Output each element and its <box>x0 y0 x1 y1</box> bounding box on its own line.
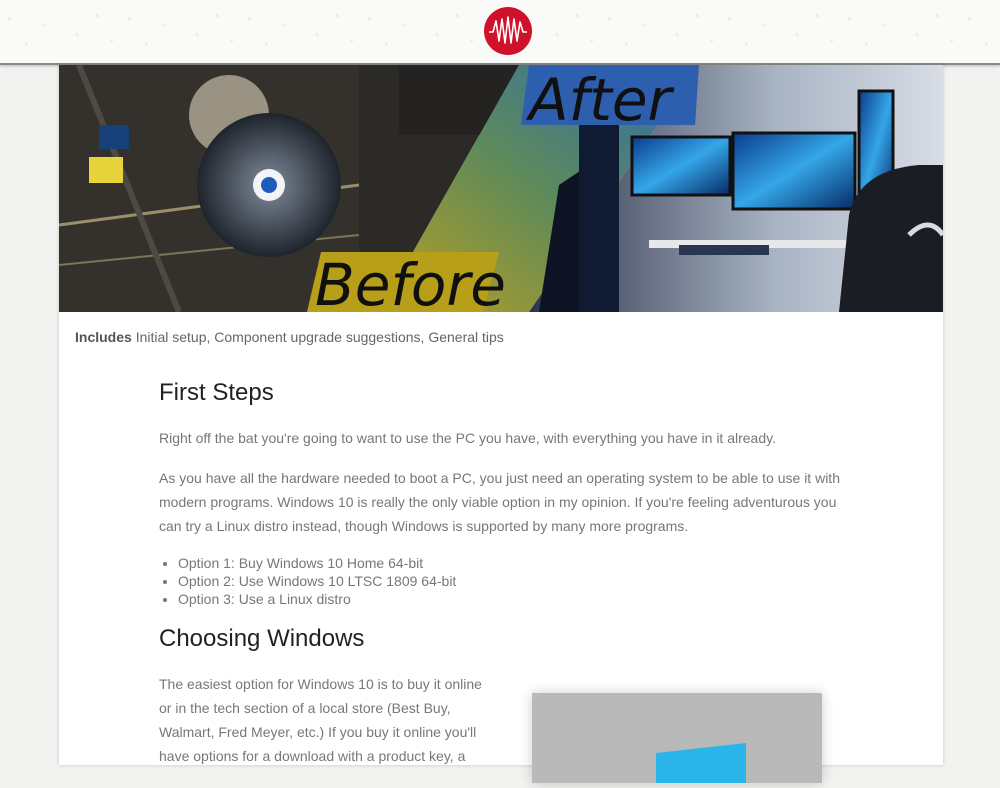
list-item: Option 1: Buy Windows 10 Home 64-bit <box>178 554 456 572</box>
first-steps-paragraph-1: Right off the bat you're going to want t… <box>159 430 776 446</box>
includes-text: Initial setup, Component upgrade suggest… <box>135 329 504 345</box>
choosing-windows-paragraph: The easiest option for Windows 10 is to … <box>159 676 482 764</box>
hero-before-after-image: Before After <box>59 65 943 312</box>
logo-icon[interactable] <box>483 6 533 56</box>
includes-label: Includes <box>75 329 132 345</box>
article-card: Before After Includes Initial setup, Com… <box>59 65 943 783</box>
first-steps-heading: First Steps <box>159 379 274 406</box>
choosing-windows-heading: Choosing Windows <box>159 625 365 652</box>
includes-line: Includes Initial setup, Component upgrad… <box>75 329 504 345</box>
first-steps-paragraph-2: As you have all the hardware needed to b… <box>159 470 840 534</box>
list-item: Option 3: Use a Linux distro <box>178 590 456 608</box>
options-list: Option 1: Buy Windows 10 Home 64-bit Opt… <box>159 554 456 608</box>
windows-logo-image <box>532 693 822 783</box>
site-header <box>0 0 1000 65</box>
before-label: Before <box>315 251 506 312</box>
list-item: Option 2: Use Windows 10 LTSC 1809 64-bi… <box>178 572 456 590</box>
after-label: After <box>525 66 675 134</box>
